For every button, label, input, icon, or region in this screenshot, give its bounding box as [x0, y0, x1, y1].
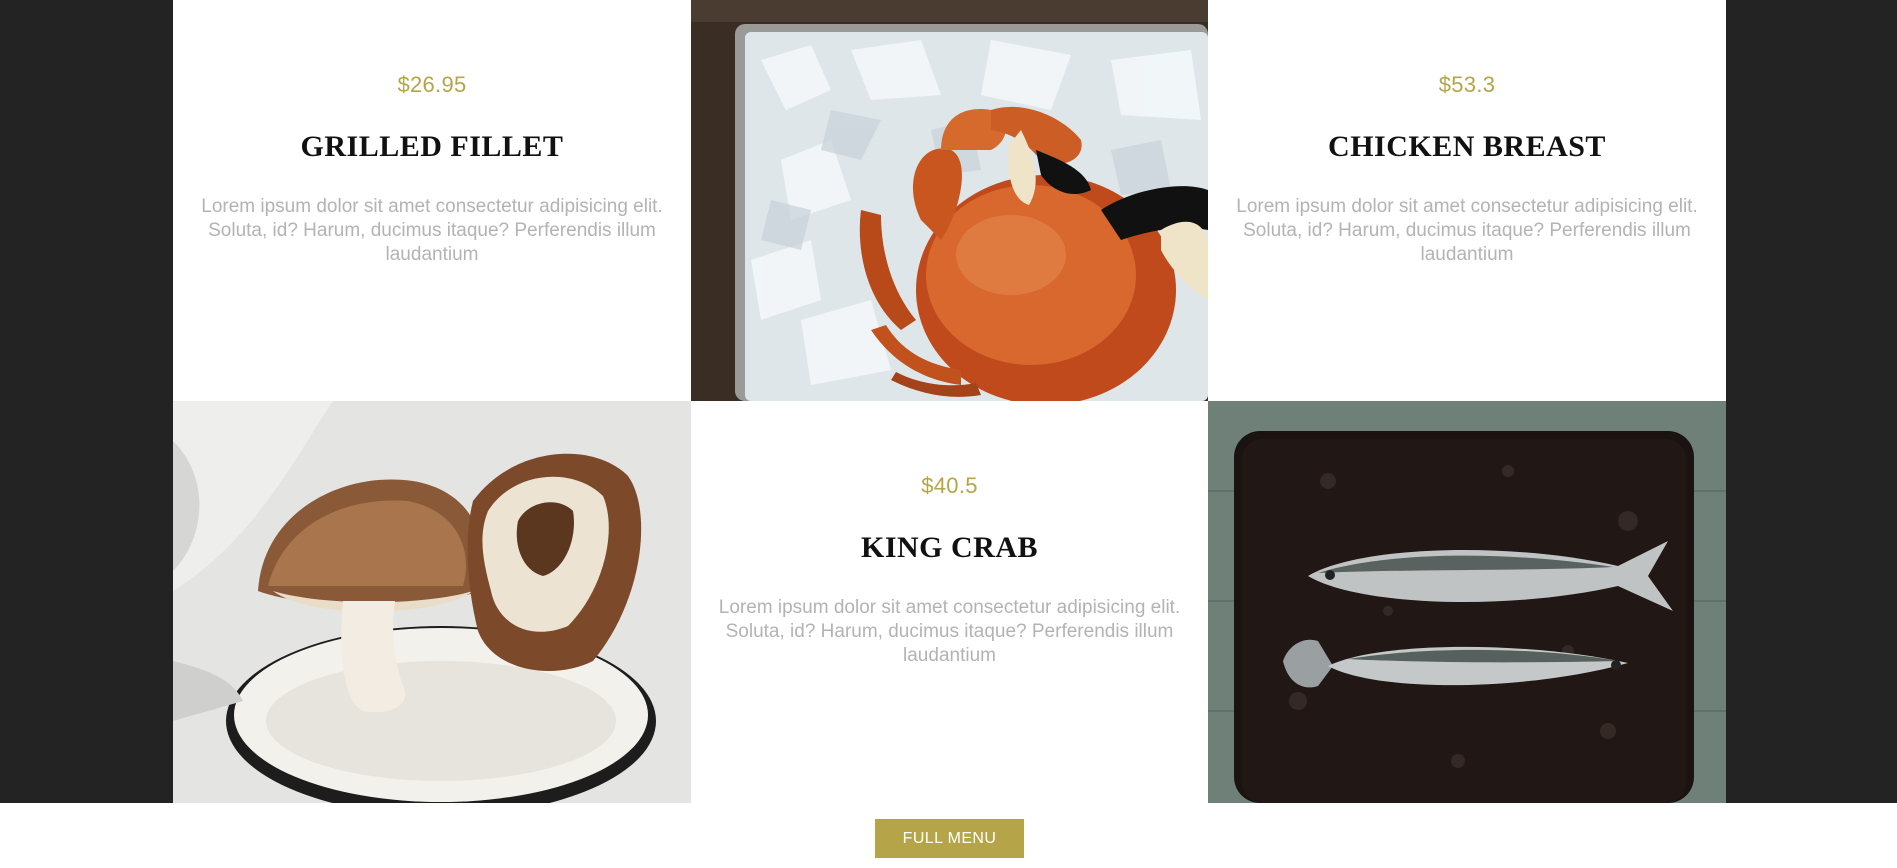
menu-item-description: Lorem ipsum dolor sit amet consectetur a…	[201, 196, 663, 265]
menu-item-name: KING CRAB	[860, 531, 1038, 564]
menu-card-chicken-breast: $53.3 CHICKEN BREAST Lorem ipsum dolor s…	[1208, 0, 1726, 401]
menu-grid: $26.95 GRILLED FILLET Lorem ipsum dolor …	[173, 0, 1726, 803]
mushrooms-image	[173, 401, 691, 803]
menu-item-price: $26.95	[397, 72, 467, 97]
menu-card-grilled-fillet: $26.95 GRILLED FILLET Lorem ipsum dolor …	[173, 0, 691, 401]
photo-crab-on-ice	[691, 0, 1208, 401]
menu-item-name: CHICKEN BREAST	[1328, 130, 1606, 163]
photo-mackerel-fish	[1208, 401, 1726, 803]
menu-item-description: Lorem ipsum dolor sit amet consectetur a…	[1236, 196, 1698, 265]
menu-card-king-crab: $40.5 KING CRAB Lorem ipsum dolor sit am…	[691, 401, 1208, 803]
menu-item-description: Lorem ipsum dolor sit amet consectetur a…	[718, 597, 1181, 666]
menu-item-price: $40.5	[921, 473, 978, 498]
crab-image	[691, 0, 1208, 401]
photo-mushrooms	[173, 401, 691, 803]
menu-item-name: GRILLED FILLET	[300, 130, 564, 163]
fish-image	[1208, 401, 1726, 803]
full-menu-button[interactable]: FULL MENU	[875, 819, 1024, 858]
menu-item-price: $53.3	[1438, 72, 1496, 97]
